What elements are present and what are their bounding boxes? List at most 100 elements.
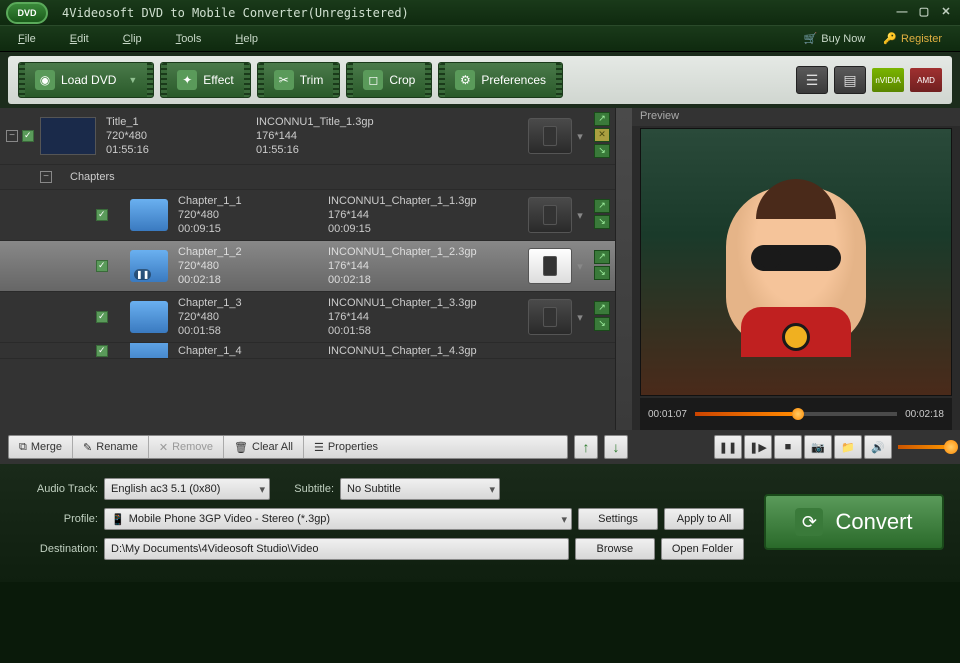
- menu-tools[interactable]: Tools: [176, 33, 202, 45]
- move-down-icon[interactable]: ↘: [594, 144, 610, 158]
- rename-button[interactable]: ✎Rename: [73, 436, 149, 458]
- collapse-icon[interactable]: −: [6, 130, 18, 142]
- device-dropdown-arrow[interactable]: ▾: [572, 130, 588, 143]
- title-dur: 01:55:16: [106, 143, 256, 157]
- move-down-icon[interactable]: ↘: [594, 215, 610, 229]
- chapter-res: 720*480: [178, 208, 328, 222]
- seek-track[interactable]: [695, 412, 897, 416]
- phone-icon: [543, 307, 557, 327]
- title-thumbnail: [40, 117, 96, 155]
- move-up-button[interactable]: ↑: [574, 435, 598, 459]
- move-up-icon[interactable]: ↗: [594, 301, 610, 315]
- action-row: ⧉Merge ✎Rename ✕Remove 🗑Clear All ☰Prope…: [0, 430, 960, 464]
- seek-knob[interactable]: [792, 408, 804, 420]
- menu-help[interactable]: Help: [235, 33, 258, 45]
- menu-clip[interactable]: Clip: [123, 33, 142, 45]
- title-row[interactable]: − Title_1 720*480 01:55:16 INCONNU1_Titl…: [0, 108, 632, 165]
- remove-button[interactable]: ✕Remove: [149, 436, 224, 458]
- load-dvd-button[interactable]: ◉Load DVD▼: [18, 62, 154, 98]
- chapter-dur: 00:09:15: [178, 222, 328, 236]
- props-icon: ☰: [314, 441, 324, 454]
- chapter-row[interactable]: Chapter_1_1720*48000:09:15 INCONNU1_Chap…: [0, 190, 632, 241]
- subtitle-select[interactable]: No Subtitle: [340, 478, 500, 500]
- apply-all-button[interactable]: Apply to All: [664, 508, 744, 530]
- volume-slider[interactable]: [898, 445, 952, 449]
- chapter-row-selected[interactable]: Chapter_1_2720*48000:02:18 INCONNU1_Chap…: [0, 241, 632, 292]
- properties-button[interactable]: ☰Properties: [304, 436, 388, 458]
- snapshot-button[interactable]: 📷: [804, 435, 832, 459]
- volume-knob[interactable]: [944, 440, 958, 454]
- open-folder-button[interactable]: Open Folder: [661, 538, 744, 560]
- chapter-checkbox[interactable]: [96, 311, 108, 323]
- phone-icon: 📱: [111, 513, 125, 526]
- crop-button[interactable]: ◻Crop: [346, 62, 432, 98]
- destination-input[interactable]: D:\My Documents\4Videosoft Studio\Video: [104, 538, 569, 560]
- chapter-dur: 00:01:58: [178, 324, 328, 338]
- chapter-res: 720*480: [178, 259, 328, 273]
- chapter-name: Chapter_1_1: [178, 194, 328, 208]
- device-select[interactable]: [528, 197, 572, 233]
- chapter-row[interactable]: Chapter_1_3720*48000:01:58 INCONNU1_Chap…: [0, 292, 632, 343]
- x-icon: ✕: [159, 441, 168, 454]
- window-title: 4Videosoft DVD to Mobile Converter(Unreg…: [62, 6, 888, 20]
- chapter-checkbox[interactable]: [96, 209, 108, 221]
- move-down-button[interactable]: ↓: [604, 435, 628, 459]
- device-select[interactable]: [528, 248, 572, 284]
- title-checkbox[interactable]: [22, 130, 34, 142]
- settings-button[interactable]: Settings: [578, 508, 658, 530]
- view-thumb-button[interactable]: ▤: [834, 66, 866, 94]
- device-select[interactable]: [528, 118, 572, 154]
- close-button[interactable]: ✕: [938, 6, 954, 20]
- buy-now-link[interactable]: 🛒Buy Now: [804, 32, 866, 45]
- maximize-button[interactable]: ▢: [916, 6, 932, 20]
- move-down-icon[interactable]: ↘: [594, 317, 610, 331]
- volume-button[interactable]: 🔊: [864, 435, 892, 459]
- profile-select[interactable]: 📱Mobile Phone 3GP Video - Stereo (*.3gp): [104, 508, 572, 530]
- device-select[interactable]: [528, 299, 572, 335]
- effect-button[interactable]: ✦Effect: [160, 62, 250, 98]
- chapter-outdur: 00:01:58: [328, 324, 508, 338]
- view-list-button[interactable]: ☰: [796, 66, 828, 94]
- chapter-checkbox[interactable]: [96, 260, 108, 272]
- device-dropdown-arrow[interactable]: ▾: [572, 311, 588, 324]
- move-up-icon[interactable]: ↗: [594, 112, 610, 126]
- chapter-row[interactable]: Chapter_1_4 INCONNU1_Chapter_1_4.3gp: [0, 343, 632, 359]
- stop-button[interactable]: ■: [774, 435, 802, 459]
- convert-button[interactable]: ⟳ Convert: [764, 494, 944, 550]
- merge-button[interactable]: ⧉Merge: [9, 436, 73, 458]
- move-up-icon[interactable]: ↗: [594, 199, 610, 213]
- crop-icon: ◻: [363, 70, 383, 90]
- folder-button[interactable]: 📁: [834, 435, 862, 459]
- menu-edit[interactable]: Edit: [70, 33, 89, 45]
- device-dropdown-arrow[interactable]: ▾: [572, 260, 588, 273]
- timeline: 00:01:07 00:02:18: [640, 398, 952, 430]
- chapter-name: Chapter_1_3: [178, 296, 328, 310]
- device-dropdown-arrow[interactable]: ▾: [572, 209, 588, 222]
- chapter-checkbox[interactable]: [96, 345, 108, 357]
- minimize-button[interactable]: —: [894, 6, 910, 20]
- chapters-header[interactable]: − Chapters: [0, 165, 632, 190]
- move-down-icon[interactable]: ↘: [594, 266, 610, 280]
- remove-item-icon[interactable]: ✕: [594, 128, 610, 142]
- preview-video[interactable]: [640, 128, 952, 396]
- preferences-button[interactable]: ⚙Preferences: [438, 62, 563, 98]
- step-button[interactable]: ❚▶: [744, 435, 772, 459]
- phone-icon: [543, 126, 557, 146]
- toolbar: ◉Load DVD▼ ✦Effect ✂Trim ◻Crop ⚙Preferen…: [8, 56, 952, 104]
- audio-track-select[interactable]: English ac3 5.1 (0x80): [104, 478, 270, 500]
- dvd-icon: ◉: [35, 70, 55, 90]
- chapter-name: Chapter_1_4: [178, 344, 328, 358]
- browse-button[interactable]: Browse: [575, 538, 655, 560]
- title-out: INCONNU1_Title_1.3gp: [256, 115, 436, 129]
- settings-panel: Audio Track: English ac3 5.1 (0x80) Subt…: [0, 464, 960, 582]
- clear-all-button[interactable]: 🗑Clear All: [224, 436, 304, 458]
- collapse-icon[interactable]: −: [40, 171, 52, 183]
- trim-button[interactable]: ✂Trim: [257, 62, 341, 98]
- effect-icon: ✦: [177, 70, 197, 90]
- move-up-icon[interactable]: ↗: [594, 250, 610, 264]
- pause-button[interactable]: ❚❚: [714, 435, 742, 459]
- chapter-outres: 176*144: [328, 208, 508, 222]
- menu-file[interactable]: File: [18, 33, 36, 45]
- title-res: 720*480: [106, 129, 256, 143]
- register-link[interactable]: 🔑Register: [883, 32, 942, 45]
